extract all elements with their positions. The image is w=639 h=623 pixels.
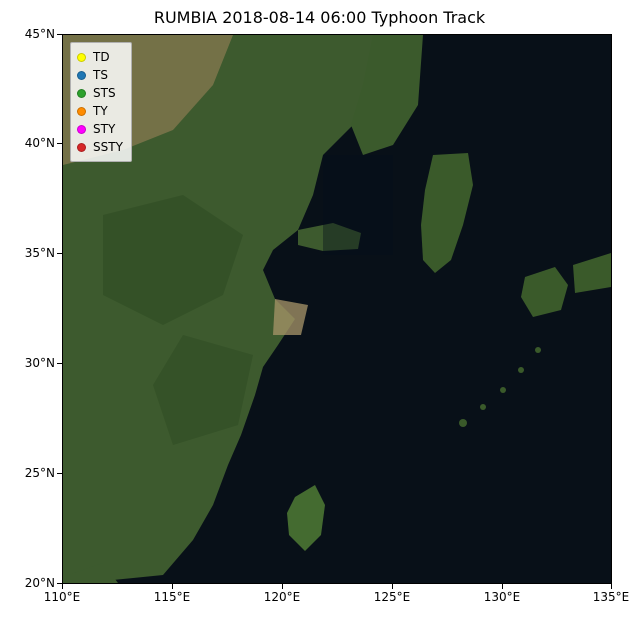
circle-icon [77,71,86,80]
legend-item-ssty: SSTY [77,138,123,156]
circle-icon [77,125,86,134]
ytick-label: 20°N [23,576,55,590]
xtick-mark [172,584,173,589]
xtick-mark [392,584,393,589]
ytick-label: 30°N [23,356,55,370]
xtick-label: 130°E [484,590,521,604]
ytick-label: 25°N [23,466,55,480]
legend-item-ty: TY [77,102,123,120]
legend-item-ts: TS [77,66,123,84]
legend-label: SSTY [93,140,123,154]
ytick-label: 35°N [23,246,55,260]
legend-item-td: TD [77,48,123,66]
ytick-mark [57,363,62,364]
ytick-label: 45°N [23,27,55,41]
xtick-label: 125°E [374,590,411,604]
ytick-mark [57,253,62,254]
legend-label: STS [93,86,116,100]
xtick-mark [62,584,63,589]
xtick-mark [611,584,612,589]
xtick-label: 115°E [154,590,191,604]
map-plot-area [62,34,612,584]
circle-icon [77,143,86,152]
legend-label: TY [93,104,108,118]
circle-icon [77,107,86,116]
xtick-label: 120°E [264,590,301,604]
legend-item-sts: STS [77,84,123,102]
ytick-mark [57,143,62,144]
legend: TD TS STS TY STY SSTY [70,42,132,162]
xtick-label: 135°E [593,590,630,604]
ytick-mark [57,473,62,474]
chart-title: RUMBIA 2018-08-14 06:00 Typhoon Track [0,8,639,27]
xtick-label: 110°E [44,590,81,604]
xtick-mark [502,584,503,589]
legend-item-sty: STY [77,120,123,138]
figure: { "chart_data": { "type": "scatter", "ti… [0,0,639,623]
legend-label: TS [93,68,108,82]
ytick-mark [57,34,62,35]
legend-label: STY [93,122,115,136]
legend-label: TD [93,50,110,64]
circle-icon [77,89,86,98]
ytick-label: 40°N [23,136,55,150]
circle-icon [77,53,86,62]
ytick-mark [57,583,62,584]
xtick-mark [282,584,283,589]
basemap-image [63,35,612,584]
